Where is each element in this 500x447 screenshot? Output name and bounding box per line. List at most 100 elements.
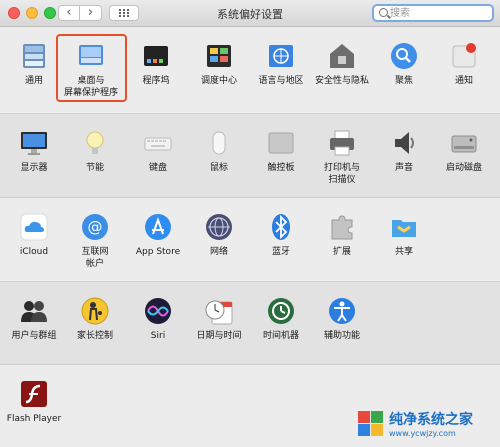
pane-label: 程序坞: [142, 76, 170, 86]
pane-date-time[interactable]: 日期与时间: [188, 296, 250, 342]
pane-security-privacy[interactable]: 安全性与隐私: [311, 41, 373, 87]
pane-bluetooth[interactable]: 蓝牙: [250, 212, 312, 258]
section-system: 用户与群组 家长控制 Siri 日期与时间 时间机器 辅助功能: [0, 281, 500, 365]
pane-label: 打印机与 扫描仪: [323, 163, 360, 185]
pane-energy-saver[interactable]: 节能: [64, 128, 126, 174]
pane-users-groups[interactable]: 用户与群组: [3, 296, 65, 342]
pane-label: 语言与地区: [258, 76, 304, 86]
pane-label: 触控板: [267, 163, 295, 173]
pane-label: 启动磁盘: [445, 163, 482, 173]
pane-label: 安全性与隐私: [314, 76, 369, 86]
section-hardware: 显示器 节能 键盘 鼠标 触控板 打印机与 扫描仪 声音 启动磁盘: [0, 113, 500, 198]
zoom-window-button[interactable]: [44, 7, 56, 19]
pane-label: 家长控制: [76, 331, 113, 341]
mission-control-icon: [204, 41, 234, 71]
pane-label: 日期与时间: [196, 331, 242, 341]
general-icon: [19, 41, 49, 71]
pane-icloud[interactable]: iCloud: [3, 212, 65, 258]
minimize-window-button[interactable]: [26, 7, 38, 19]
pane-label: 网络: [209, 247, 228, 257]
pane-trackpad[interactable]: 触控板: [250, 128, 312, 174]
watermark: 纯净系统之家 www.ycwjzy.com: [353, 405, 500, 446]
pane-label: App Store: [135, 247, 181, 257]
sound-icon: [389, 128, 419, 158]
mouse-icon: [204, 128, 234, 158]
selected-highlight: [56, 34, 127, 102]
pane-dock[interactable]: 程序坞: [125, 41, 187, 87]
pane-extensions[interactable]: 扩展: [311, 212, 373, 258]
pane-label: 辅助功能: [323, 331, 360, 341]
network-icon: [204, 212, 234, 242]
pane-label: Flash Player: [6, 414, 62, 424]
pane-notifications[interactable]: 通知: [433, 41, 495, 87]
pane-displays[interactable]: 显示器: [3, 128, 65, 174]
pane-internet-accounts[interactable]: @ 互联网 帐户: [64, 212, 126, 270]
keyboard-icon: [143, 128, 173, 158]
parental-controls-icon: [80, 296, 110, 326]
pane-label: iCloud: [19, 247, 49, 257]
time-machine-icon: [266, 296, 296, 326]
pane-label: 调度中心: [200, 76, 237, 86]
watermark-logo-icon: [358, 411, 384, 437]
pane-accessibility[interactable]: 辅助功能: [311, 296, 373, 342]
search-input[interactable]: [390, 6, 488, 20]
pane-label: 鼠标: [209, 163, 228, 173]
pane-startup-disk[interactable]: 启动磁盘: [433, 128, 495, 174]
search-icon: [379, 8, 388, 17]
dock-icon: [141, 41, 171, 71]
pane-flash-player[interactable]: Flash Player: [3, 379, 65, 425]
pane-label: 显示器: [20, 163, 48, 173]
pane-spotlight[interactable]: 聚焦: [373, 41, 435, 87]
trackpad-icon: [266, 128, 296, 158]
pane-time-machine[interactable]: 时间机器: [250, 296, 312, 342]
pane-label: 时间机器: [262, 331, 299, 341]
pane-siri[interactable]: Siri: [127, 296, 189, 342]
pane-app-store[interactable]: App Store: [127, 212, 189, 258]
pane-label: 声音: [394, 163, 413, 173]
bluetooth-icon: [266, 212, 296, 242]
pane-label: 互联网 帐户: [81, 247, 109, 269]
notifications-icon: [449, 41, 479, 71]
language-region-icon: [266, 41, 296, 71]
watermark-url: www.ycwjzy.com: [389, 429, 456, 438]
svg-text:@: @: [88, 218, 103, 236]
forward-button[interactable]: ›: [80, 5, 102, 21]
pane-label: 键盘: [148, 163, 167, 173]
back-button[interactable]: ‹: [58, 5, 80, 21]
icloud-icon: [19, 212, 49, 242]
accessibility-icon: [327, 296, 357, 326]
displays-icon: [19, 128, 49, 158]
pane-mouse[interactable]: 鼠标: [188, 128, 250, 174]
pane-sharing[interactable]: 共享: [373, 212, 435, 258]
pane-mission-control[interactable]: 调度中心: [188, 41, 250, 87]
search-box[interactable]: [372, 4, 494, 22]
pane-printers-scanners[interactable]: 打印机与 扫描仪: [311, 128, 373, 186]
energy-saver-icon: [80, 128, 110, 158]
window-title: 系统偏好设置: [217, 8, 283, 21]
close-window-button[interactable]: [8, 7, 20, 19]
pane-label: 用户与群组: [11, 331, 57, 341]
pane-label: Siri: [150, 331, 166, 341]
pane-label: 通知: [454, 76, 473, 86]
users-groups-icon: [19, 296, 49, 326]
sharing-icon: [389, 212, 419, 242]
date-time-icon: [204, 296, 234, 326]
pane-label: 蓝牙: [271, 247, 290, 257]
pane-label: 扩展: [332, 247, 351, 257]
pane-label: 共享: [394, 247, 413, 257]
pane-parental-controls[interactable]: 家长控制: [64, 296, 126, 342]
startup-disk-icon: [449, 128, 479, 158]
app-store-icon: [143, 212, 173, 242]
pane-label: 聚焦: [394, 76, 413, 86]
pane-label: 节能: [85, 163, 104, 173]
flash-player-icon: [19, 379, 49, 409]
section-internet-wireless: iCloud @ 互联网 帐户 App Store 网络 蓝牙 扩展 共享: [0, 197, 500, 282]
pane-network[interactable]: 网络: [188, 212, 250, 258]
show-all-grid-button[interactable]: [109, 5, 139, 21]
watermark-title: 纯净系统之家: [389, 412, 473, 428]
pane-language-region[interactable]: 语言与地区: [250, 41, 312, 87]
pane-sound[interactable]: 声音: [373, 128, 435, 174]
window-titlebar: ‹ › 系统偏好设置: [0, 0, 500, 27]
printer-scanner-icon: [327, 128, 357, 158]
pane-keyboard[interactable]: 键盘: [127, 128, 189, 174]
